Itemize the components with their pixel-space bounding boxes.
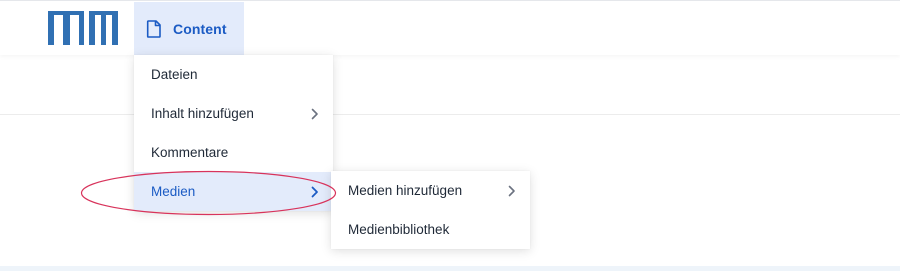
chevron-right-icon [311,186,318,198]
menu-item-dateien[interactable]: Dateien [134,55,333,94]
medien-submenu: Medien hinzufügen Medienbibliothek [331,171,530,249]
menu-item-medien[interactable]: Medien [134,172,333,211]
menu-item-label: Inhalt hinzufügen [151,106,254,121]
submenu-item-medienbibliothek[interactable]: Medienbibliothek [331,210,530,249]
content-tab[interactable]: Content [134,2,244,55]
file-icon [146,19,161,38]
submenu-item-label: Medienbibliothek [348,222,450,237]
menu-item-inhalt-hinzufuegen[interactable]: Inhalt hinzufügen [134,94,333,133]
submenu-item-label: Medien hinzufügen [348,183,463,198]
content-tab-label: Content [173,20,227,37]
chevron-right-icon [311,108,318,120]
content-dropdown-menu: Dateien Inhalt hinzufügen Kommentare Med… [134,55,333,211]
tum-logo[interactable] [48,11,118,45]
page-content-band [0,266,900,271]
chevron-right-icon [508,185,515,197]
menu-item-kommentare[interactable]: Kommentare [134,133,333,172]
menu-item-label: Medien [151,184,196,199]
menu-item-label: Dateien [151,67,198,82]
top-toolbar: Content [0,0,900,55]
submenu-item-medien-hinzufuegen[interactable]: Medien hinzufügen [331,171,530,210]
menu-item-label: Kommentare [151,145,229,160]
